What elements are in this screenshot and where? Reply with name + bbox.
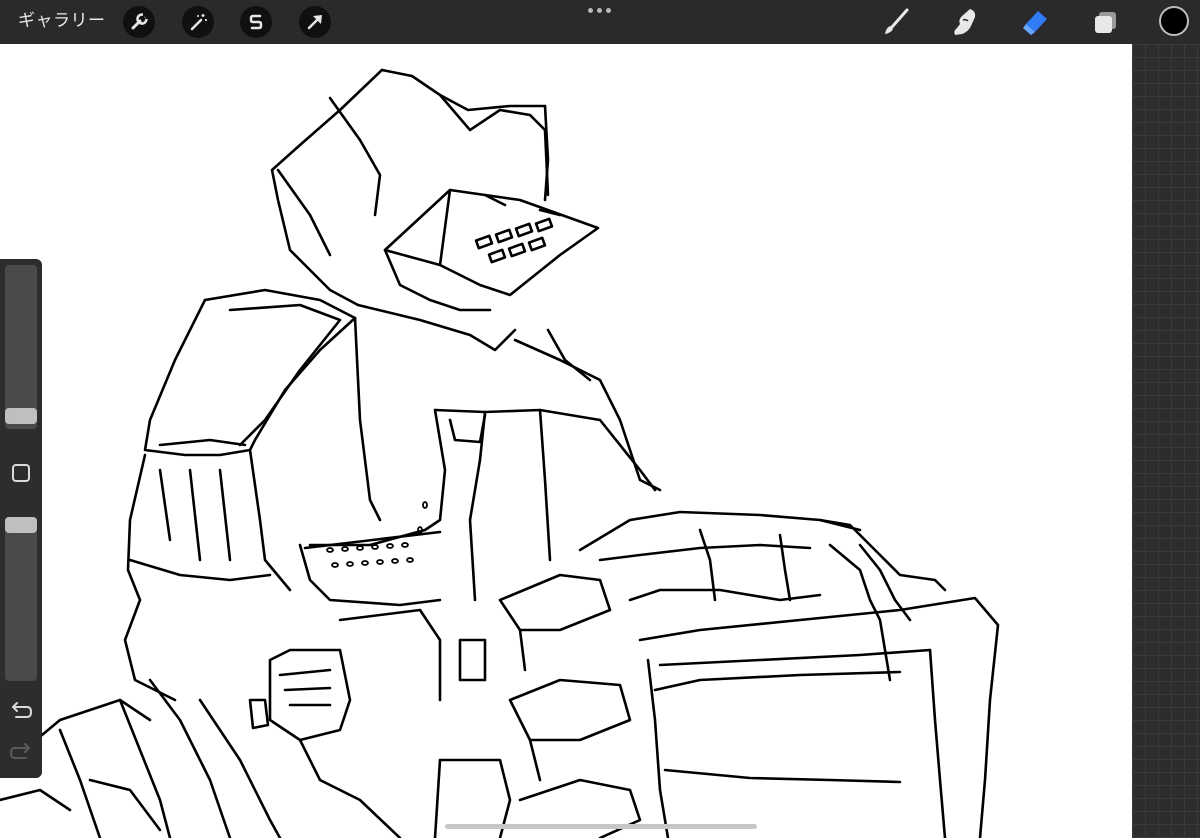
opacity-thumb[interactable] [5, 517, 37, 533]
sketch-artwork [0, 68, 1000, 838]
home-indicator [445, 824, 757, 829]
eraser-icon[interactable] [1019, 6, 1051, 38]
opacity-slider[interactable] [5, 517, 37, 681]
gallery-button[interactable]: ギャラリー [18, 10, 106, 32]
wrench-icon[interactable] [123, 6, 155, 38]
ellipsis-icon[interactable] [588, 8, 612, 16]
square-modify-icon[interactable] [12, 464, 30, 482]
undo-arrow-icon[interactable] [12, 702, 33, 718]
redo-arrow-icon[interactable] [9, 743, 30, 759]
drawing-canvas[interactable] [0, 44, 1132, 838]
left-sidebar [0, 259, 42, 778]
layers-icon[interactable] [1090, 6, 1122, 38]
selection-s-icon[interactable] [240, 6, 272, 38]
color-swatch-button[interactable] [1159, 6, 1189, 36]
brush-size-thumb[interactable] [5, 408, 37, 424]
top-toolbar: ギャラリー [0, 0, 1200, 44]
magic-wand-icon[interactable] [182, 6, 214, 38]
smudge-finger-icon[interactable] [949, 6, 981, 38]
brush-icon[interactable] [880, 6, 912, 38]
brush-size-slider[interactable] [5, 265, 37, 429]
arrow-cursor-icon[interactable] [299, 6, 331, 38]
canvas-background-grid [1132, 44, 1200, 838]
